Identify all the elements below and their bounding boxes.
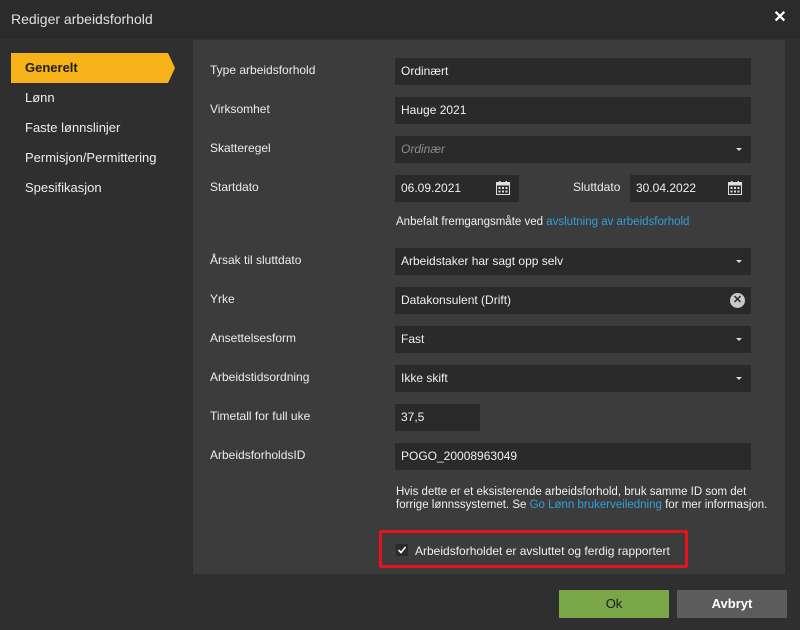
arbeidstid-value: Ikke skift [401, 371, 448, 385]
virksomhet-field: Hauge 2021 [395, 97, 751, 124]
yrke-input[interactable]: Datakonsulent (Drift) ✕ [395, 287, 751, 314]
ok-button[interactable]: Ok [559, 590, 669, 618]
sidebar-item-generelt[interactable]: Generelt [11, 53, 175, 83]
cancel-button[interactable]: Avbryt [677, 590, 787, 618]
hint-text: Anbefalt fremgangsmåte ved [396, 216, 547, 228]
id-input[interactable]: POGO_20008963049 [395, 443, 751, 470]
arbeidstid-select[interactable]: Ikke skift [395, 365, 751, 392]
skatteregel-select[interactable]: Ordinær [395, 136, 751, 163]
skatteregel-label: Skatteregel [210, 141, 271, 155]
sidebar-item-label: Generelt [25, 60, 78, 75]
close-icon[interactable]: ✕ [773, 10, 787, 26]
ansettelsesform-label: Ansettelsesform [210, 331, 297, 345]
sidebar-item-permisjon[interactable]: Permisjon/Permittering [25, 150, 157, 170]
id-info-text: Hvis dette er et eksisterende arbeidsfor… [396, 486, 776, 512]
sluttdato-label: Sluttdato [573, 180, 621, 194]
sidebar-item-faste-lonnslinjer[interactable]: Faste lønnslinjer [25, 120, 120, 140]
type-label: Type arbeidsforhold [210, 63, 316, 77]
skatteregel-placeholder: Ordinær [401, 142, 446, 156]
yrke-label: Yrke [210, 292, 235, 306]
sidebar-item-lonn[interactable]: Lønn [25, 90, 55, 110]
virksomhet-label: Virksomhet [210, 102, 270, 116]
aarsak-select[interactable]: Arbeidstaker har sagt opp selv [395, 248, 751, 275]
arbeidstid-label: Arbeidstidsordning [210, 370, 310, 384]
ansettelsesform-select[interactable]: Fast [395, 326, 751, 353]
type-field: Ordinært [395, 58, 751, 85]
chevron-down-icon [736, 260, 742, 263]
aarsak-label: Årsak til sluttdato [210, 253, 302, 267]
sluttdato-value: 30.04.2022 [636, 181, 697, 195]
aarsak-value: Arbeidstaker har sagt opp selv [401, 254, 564, 268]
avsluttet-checkbox[interactable] [396, 544, 408, 556]
brukerveiledning-link[interactable]: Go Lønn brukerveiledning [530, 499, 662, 511]
info-text-after: for mer informasjon. [661, 499, 768, 511]
startdato-value: 06.09.2021 [401, 181, 462, 195]
id-value: POGO_20008963049 [401, 449, 518, 463]
timetall-label: Timetall for full uke [210, 409, 311, 423]
avslutning-hint: Anbefalt fremgangsmåte ved avslutning av… [396, 216, 689, 228]
virksomhet-value: Hauge 2021 [401, 103, 467, 117]
id-label: ArbeidsforholdsID [210, 448, 306, 462]
checkmark-icon [397, 546, 407, 554]
yrke-value: Datakonsulent (Drift) [401, 293, 512, 307]
timetall-value: 37,5 [401, 410, 425, 424]
calendar-icon[interactable] [728, 181, 742, 195]
calendar-icon[interactable] [496, 181, 510, 195]
chevron-down-icon [736, 148, 742, 151]
timetall-input[interactable]: 37,5 [395, 404, 480, 431]
avslutning-link[interactable]: avslutning av arbeidsforhold [546, 216, 689, 228]
chevron-down-icon [736, 377, 742, 380]
ansettelsesform-value: Fast [401, 332, 425, 346]
clear-icon[interactable]: ✕ [730, 293, 745, 308]
startdato-label: Startdato [210, 180, 259, 194]
sidebar-item-spesifikasjon[interactable]: Spesifikasjon [25, 180, 102, 200]
type-value: Ordinært [401, 64, 449, 78]
sluttdato-input[interactable]: 30.04.2022 [630, 175, 751, 202]
startdato-input[interactable]: 06.09.2021 [395, 175, 519, 202]
avsluttet-label: Arbeidsforholdet er avsluttet og ferdig … [415, 544, 670, 558]
dialog-titlebar: Rediger arbeidsforhold ✕ [0, 0, 800, 38]
chevron-down-icon [736, 338, 742, 341]
dialog-title: Rediger arbeidsforhold [11, 11, 153, 27]
